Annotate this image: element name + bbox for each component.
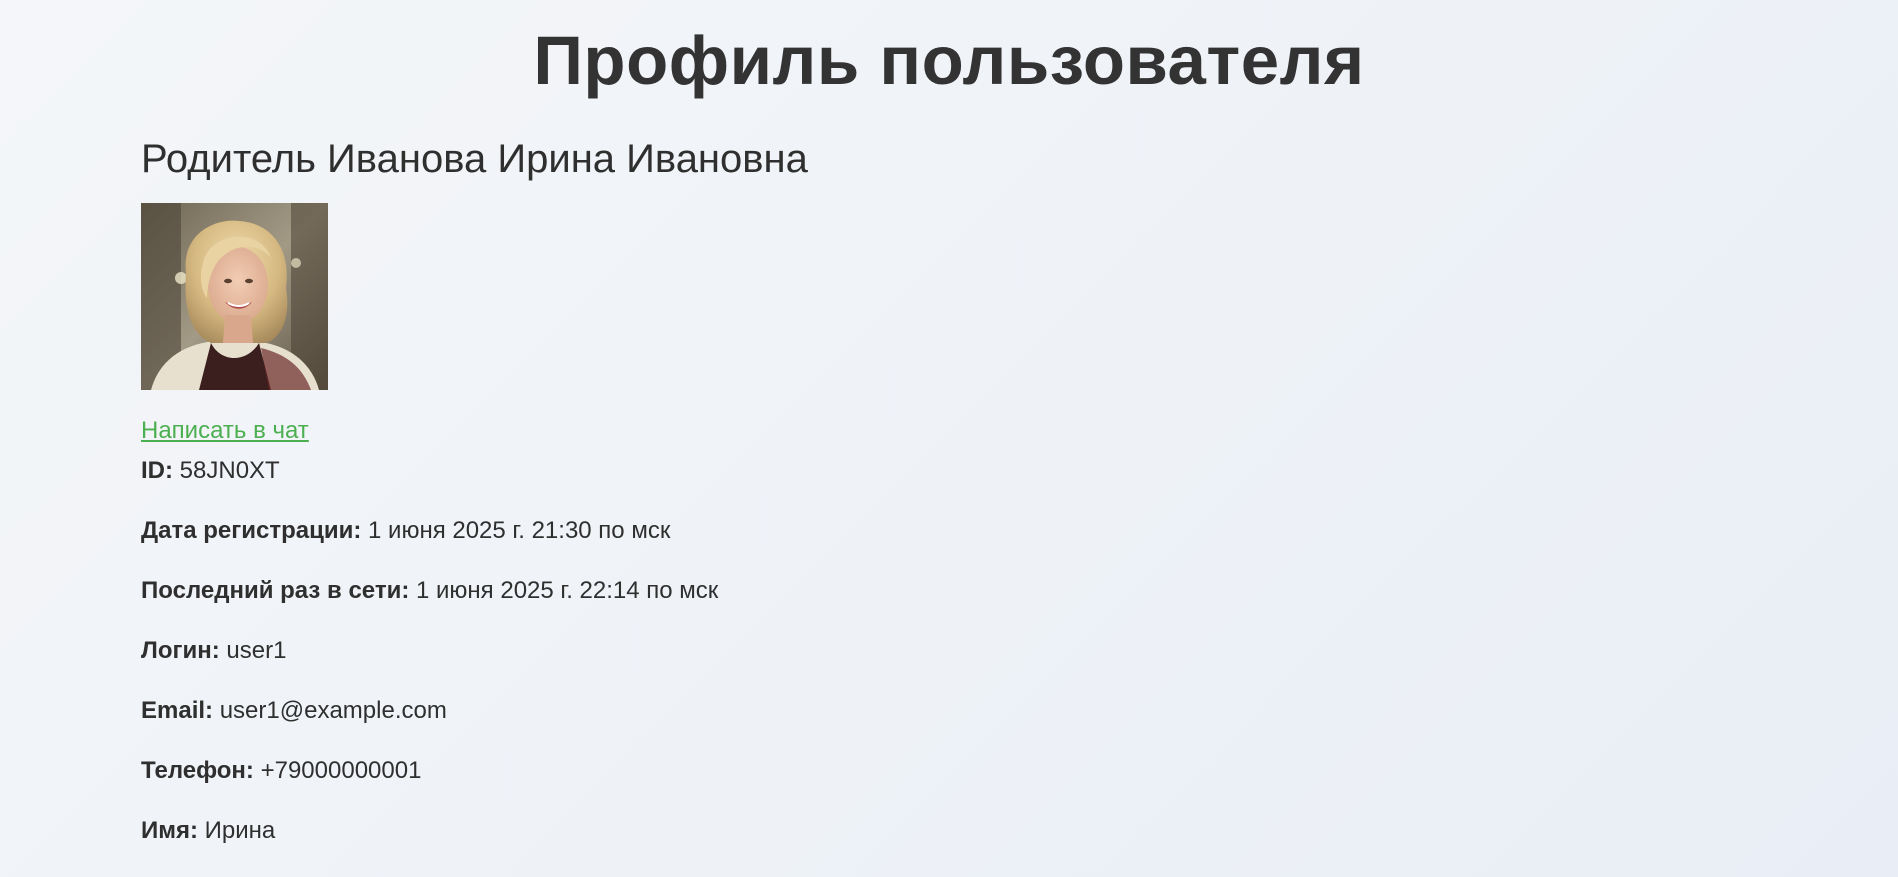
field-value: Ирина <box>204 817 276 844</box>
field-label: Имя: <box>141 817 198 844</box>
profile-fields: ID: 58JN0XT Дата регистрации: 1 июня 202… <box>141 456 1441 846</box>
field-label: Телефон: <box>141 757 254 784</box>
user-display-name: Родитель Иванова Ирина Ивановна <box>141 137 808 181</box>
field-phone: Телефон: +79000000001 <box>141 756 1441 786</box>
field-id: ID: 58JN0XT <box>141 456 1441 486</box>
avatar-photo <box>141 203 328 390</box>
field-value: user1@example.com <box>219 697 447 724</box>
field-last-seen: Последний раз в сети: 1 июня 2025 г. 22:… <box>141 576 1441 606</box>
field-login: Логин: user1 <box>141 636 1441 666</box>
field-label: Email: <box>141 697 214 724</box>
field-label: ID: <box>141 457 173 484</box>
field-value: 1 июня 2025 г. 22:14 по мск <box>416 577 719 604</box>
field-value: 1 июня 2025 г. 21:30 по мск <box>368 517 671 544</box>
field-email: Email: user1@example.com <box>141 696 1441 726</box>
field-value: +79000000001 <box>260 757 422 784</box>
write-to-chat-link[interactable]: Написать в чат <box>141 416 309 446</box>
field-value: 58JN0XT <box>179 457 280 484</box>
field-label: Последний раз в сети: <box>141 577 410 604</box>
avatar <box>141 203 328 390</box>
field-registration-date: Дата регистрации: 1 июня 2025 г. 21:30 п… <box>141 516 1441 546</box>
field-first-name: Имя: Ирина <box>141 816 1441 846</box>
page-title: Профиль пользователя <box>533 22 1365 99</box>
field-value: user1 <box>226 637 287 664</box>
profile-section: Родитель Иванова Ирина Ивановна Написать… <box>141 136 1441 846</box>
field-label: Дата регистрации: <box>141 517 362 544</box>
field-label: Логин: <box>141 637 220 664</box>
